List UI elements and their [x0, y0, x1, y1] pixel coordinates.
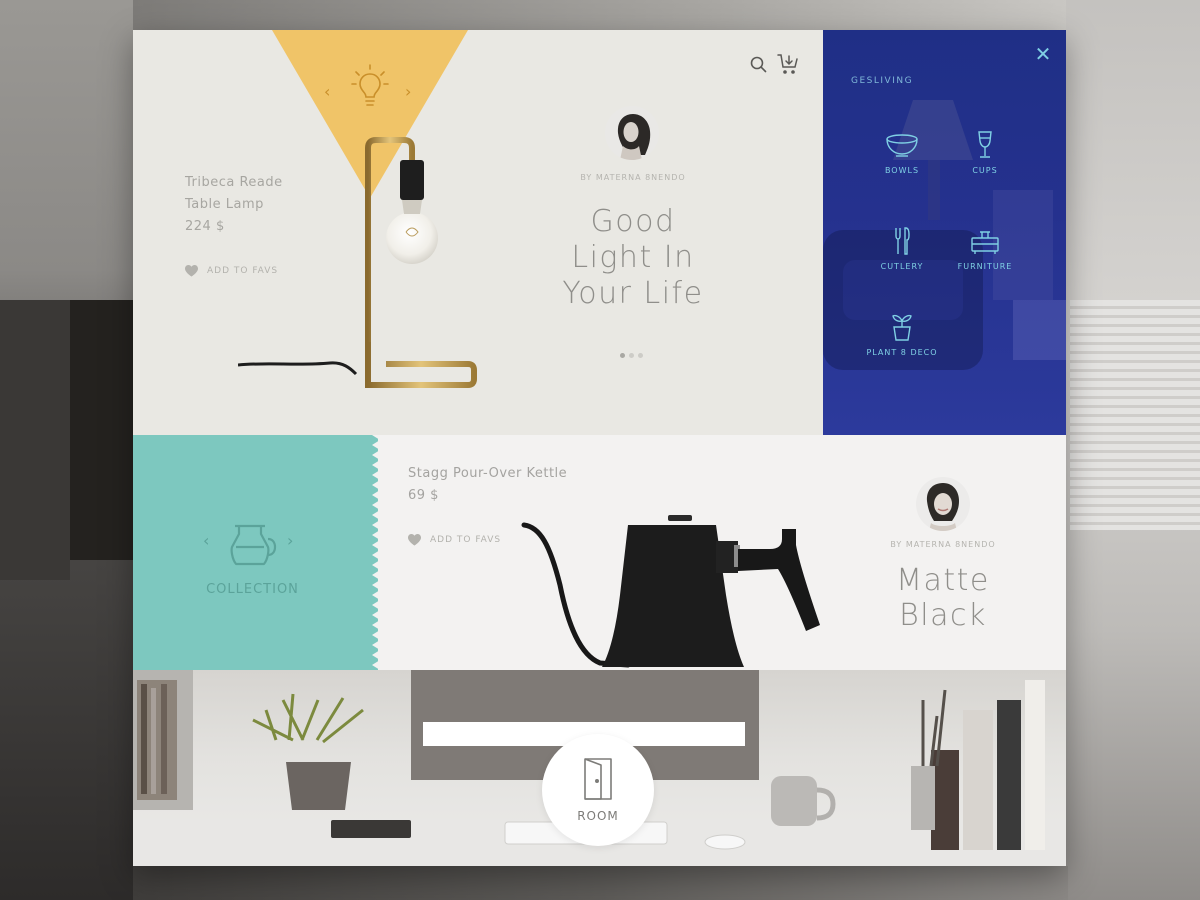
category-label: CUTLERY: [880, 262, 924, 271]
add-to-favs-label: ADD TO FAVS: [430, 535, 502, 545]
author-credit: BY MATERNA 8NENDO: [890, 540, 996, 549]
category-label: CUPS: [972, 166, 998, 175]
author-portrait-image: [916, 477, 970, 531]
background-ceiling: [133, 0, 1068, 30]
headline-line: Black: [899, 598, 987, 633]
background-wall: [0, 300, 70, 580]
background-doorway: [70, 300, 133, 560]
add-to-favs-button[interactable]: ADD TO FAVS: [408, 534, 501, 546]
cutlery-icon: [895, 227, 910, 255]
bowl-icon: [886, 134, 918, 157]
category-label: FURNITURE: [957, 262, 1013, 271]
product-price: 69 $: [408, 488, 439, 503]
product-headline: Matte Black: [868, 563, 1018, 633]
heart-icon: [408, 534, 421, 546]
background-floor: [133, 866, 1068, 900]
hero-lamp-section: ‹ › Tribeca Reade Table Lamp 224 $ ADD T…: [133, 30, 823, 435]
search-icon[interactable]: [749, 54, 767, 74]
header-actions: [749, 54, 799, 76]
kettle-image[interactable]: [520, 515, 828, 670]
shop-panel: ‹ › Tribeca Reade Table Lamp 224 $ ADD T…: [133, 30, 1066, 866]
headline-line: Matte: [896, 563, 990, 598]
room-section: ROOM: [133, 670, 1066, 866]
product-info-kettle: Stagg Pour-Over Kettle 69 $: [408, 463, 567, 507]
close-icon[interactable]: ✕: [1033, 44, 1053, 64]
plant-icon: [892, 314, 912, 341]
coffee-pot-icon: [230, 524, 277, 566]
kettle-product-section: Stagg Pour-Over Kettle 69 $ ADD TO FAVS: [378, 435, 1066, 670]
table-lamp-image[interactable]: [238, 130, 483, 400]
category-label: BOWLS: [884, 166, 920, 175]
headline-line: Light In: [571, 240, 695, 275]
chevron-right-icon[interactable]: ›: [287, 531, 293, 550]
brand-name: GESLIVING: [851, 76, 914, 86]
hero-headline: Good Light In Your Life: [533, 204, 733, 312]
wine-glass-icon: [978, 131, 992, 158]
chevron-right-icon[interactable]: ›: [405, 82, 411, 101]
author-portrait-image: [605, 106, 659, 160]
author-avatar[interactable]: [605, 106, 659, 160]
category-bowls[interactable]: BOWLS: [862, 130, 942, 175]
chevron-left-icon[interactable]: ‹: [324, 82, 330, 101]
chevron-left-icon[interactable]: ‹: [203, 531, 209, 550]
category-sidebar: ✕ GESLIVING BOWLS CUPS CUTLERY FURNITURE…: [823, 30, 1066, 435]
category-furniture[interactable]: FURNITURE: [945, 226, 1025, 271]
collection-label: COLLECTION: [206, 582, 299, 597]
category-label: PLANT 8 DECO: [866, 348, 938, 357]
heart-icon: [185, 265, 198, 277]
slider-dots: [620, 353, 643, 358]
author-avatar[interactable]: [916, 477, 970, 531]
category-plant-deco[interactable]: PLANT 8 DECO: [862, 312, 942, 357]
headline-line: Good: [590, 204, 676, 239]
headline-line: Your Life: [562, 276, 704, 311]
cart-icon[interactable]: [777, 54, 799, 76]
product-name[interactable]: Stagg Pour-Over Kettle: [408, 463, 567, 485]
collection-section[interactable]: ‹ › COLLECTION: [133, 435, 380, 670]
room-label: ROOM: [577, 809, 619, 823]
slider-dot[interactable]: [638, 353, 643, 358]
light-bulb-icon: [351, 64, 389, 106]
category-cups[interactable]: CUPS: [945, 130, 1025, 175]
slider-dot[interactable]: [629, 353, 634, 358]
door-icon: [584, 758, 612, 800]
slider-dot[interactable]: [620, 353, 625, 358]
author-credit: BY MATERNA 8NENDO: [580, 173, 686, 182]
background-window-blinds: [1070, 300, 1200, 530]
category-cutlery[interactable]: CUTLERY: [862, 226, 942, 271]
furniture-icon: [971, 231, 999, 254]
room-button[interactable]: ROOM: [542, 734, 654, 846]
